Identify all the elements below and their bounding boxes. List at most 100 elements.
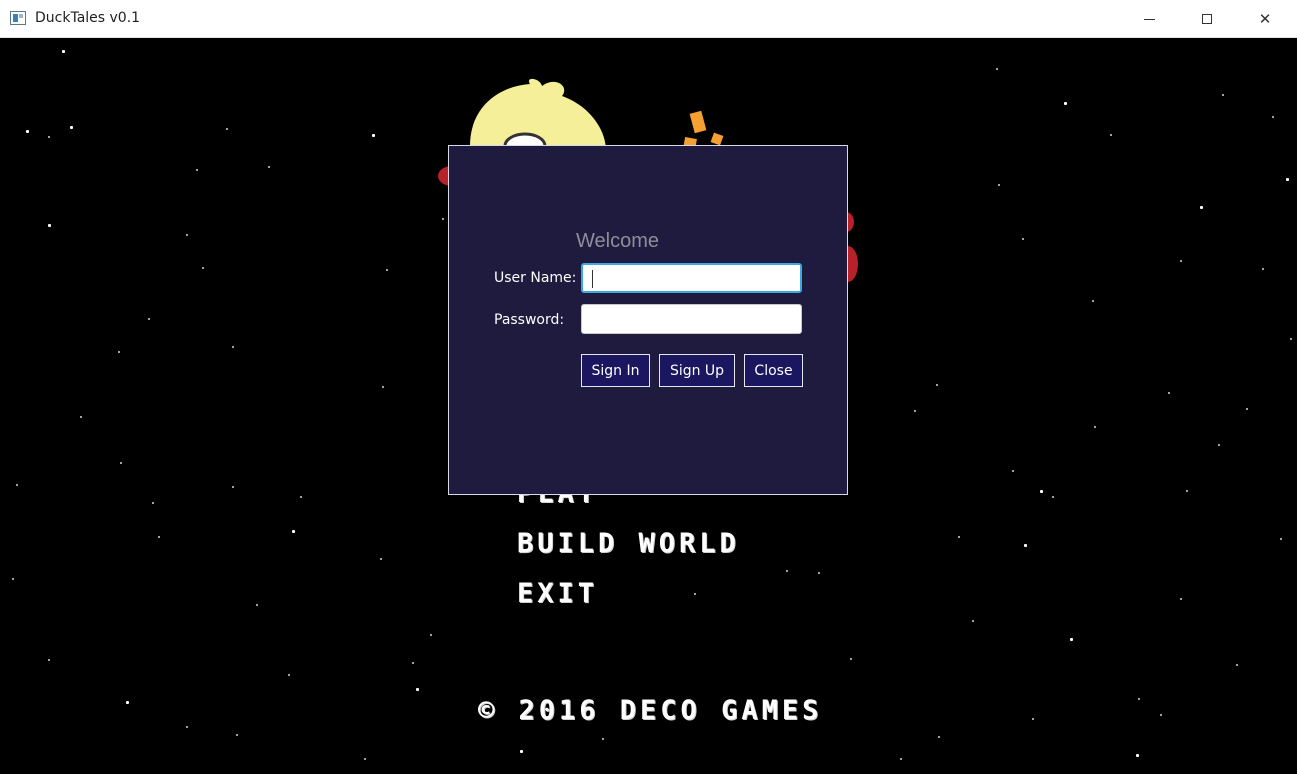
star — [120, 462, 122, 464]
maximize-button[interactable] — [1178, 0, 1236, 38]
star — [1262, 268, 1264, 270]
star — [26, 130, 29, 133]
copyright-text: © 2016 DECO GAMES — [478, 695, 823, 726]
star — [196, 169, 198, 171]
star — [152, 502, 154, 504]
star — [972, 620, 974, 622]
star — [364, 758, 366, 760]
star — [1136, 754, 1139, 757]
star — [694, 593, 696, 595]
star — [1024, 544, 1027, 547]
star — [300, 496, 302, 498]
star — [16, 484, 18, 486]
star — [118, 351, 120, 353]
star — [186, 726, 188, 728]
star — [62, 50, 65, 53]
star — [430, 634, 432, 636]
star — [158, 536, 160, 538]
star — [268, 166, 270, 168]
star — [818, 572, 820, 574]
password-label: Password: — [494, 312, 565, 328]
star — [996, 68, 998, 70]
star — [148, 318, 150, 320]
star — [1246, 408, 1248, 410]
star — [1032, 718, 1034, 720]
star — [1286, 178, 1289, 181]
star — [382, 386, 384, 388]
star — [602, 738, 604, 740]
star — [1168, 392, 1170, 394]
star — [232, 486, 234, 488]
star — [70, 126, 73, 129]
star — [1272, 116, 1274, 118]
star — [186, 234, 188, 236]
star — [900, 758, 902, 760]
dialog-title: Welcome — [576, 230, 659, 252]
star — [1012, 470, 1014, 472]
minimize-button[interactable] — [1120, 0, 1178, 38]
star — [520, 750, 523, 753]
star — [1218, 444, 1220, 446]
menu-build-world[interactable]: BUILD WORLD — [517, 528, 740, 559]
star — [232, 346, 234, 348]
password-field[interactable] — [581, 304, 802, 334]
star — [1138, 698, 1140, 700]
star — [236, 734, 238, 736]
star — [372, 134, 375, 137]
close-window-button[interactable]: ✕ — [1236, 0, 1294, 38]
star — [998, 184, 1000, 186]
sign-up-button[interactable]: Sign Up — [659, 354, 735, 387]
star — [786, 570, 788, 572]
star — [936, 384, 938, 386]
star — [1180, 598, 1182, 600]
star — [416, 688, 419, 691]
star — [1186, 490, 1188, 492]
star — [1070, 638, 1073, 641]
star — [80, 416, 82, 418]
star — [1200, 206, 1203, 209]
star — [386, 269, 388, 271]
star — [12, 578, 14, 580]
star — [1236, 664, 1238, 666]
star — [380, 558, 382, 560]
star — [1280, 538, 1282, 540]
window-title: DuckTales v0.1 — [35, 10, 141, 26]
star — [48, 659, 50, 661]
star — [48, 224, 51, 227]
star — [1094, 426, 1096, 428]
star — [1064, 102, 1067, 105]
maximize-icon — [1202, 14, 1212, 24]
star — [1180, 260, 1182, 262]
menu-exit[interactable]: EXIT — [517, 578, 598, 609]
login-dialog: Welcome User Name: Password: Sign In Sig… — [448, 145, 848, 495]
username-field[interactable] — [581, 263, 802, 293]
star — [1092, 300, 1094, 302]
star — [48, 136, 50, 138]
star — [1160, 714, 1162, 716]
star — [202, 267, 204, 269]
close-dialog-button[interactable]: Close — [744, 354, 803, 387]
title-bar[interactable]: DuckTales v0.1 ✕ — [0, 0, 1297, 38]
star — [412, 662, 414, 664]
star — [292, 530, 295, 533]
star — [850, 658, 852, 660]
username-label: User Name: — [494, 270, 577, 286]
star — [1022, 238, 1024, 240]
star — [288, 674, 290, 676]
star — [1040, 490, 1043, 493]
sign-in-button[interactable]: Sign In — [581, 354, 650, 387]
text-caret — [592, 270, 593, 288]
star — [226, 128, 228, 130]
app-window: DuckTales v0.1 ✕ PLAY — [0, 0, 1297, 774]
star — [126, 701, 129, 704]
close-icon: ✕ — [1258, 10, 1272, 28]
star — [256, 604, 258, 606]
star — [914, 410, 916, 412]
star — [1110, 134, 1112, 136]
star — [1052, 496, 1054, 498]
minimize-icon — [1143, 18, 1155, 20]
star — [958, 536, 960, 538]
app-icon — [10, 11, 26, 25]
star — [1290, 338, 1292, 340]
star — [938, 736, 940, 738]
